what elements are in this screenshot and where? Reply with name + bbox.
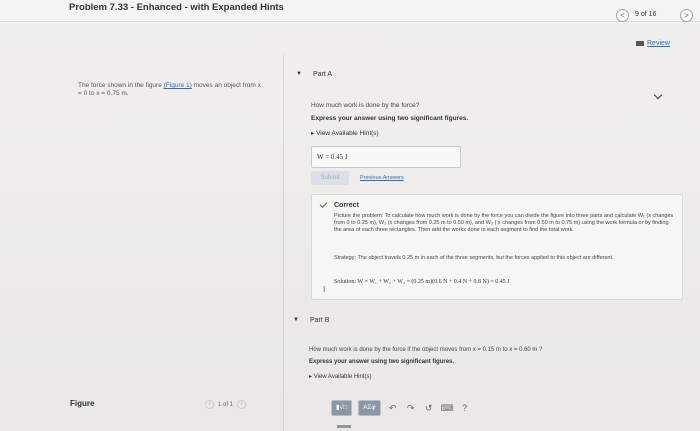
figure-next-button[interactable]: › <box>237 400 247 409</box>
text-cursor-icon: I <box>323 285 326 294</box>
figure-link[interactable]: (Figure 1) <box>164 82 192 89</box>
figure-pager: ‹ 1 of 1 › <box>205 400 247 409</box>
part-b-collapse-icon[interactable]: ▼ <box>293 317 299 323</box>
part-a-label[interactable]: Part A <box>313 71 332 78</box>
part-b-instruction: Express your answer using two significan… <box>309 359 455 365</box>
previous-problem-button[interactable]: < <box>616 9 629 22</box>
part-a-instruction: Express your answer using two significan… <box>311 115 469 122</box>
keyboard-icon[interactable]: ⌨ <box>441 403 454 414</box>
review-label: Review <box>647 40 670 47</box>
help-icon[interactable]: ? <box>459 403 471 413</box>
part-a-question: How much work is done by the force? <box>311 102 420 109</box>
figure-page-count: 1 of 1 <box>218 401 234 408</box>
check-icon <box>319 200 328 208</box>
panel-divider <box>283 55 284 431</box>
top-bar: Problem 7.33 - Enhanced - with Expanded … <box>0 0 700 22</box>
page: Problem 7.33 - Enhanced - with Expanded … <box>0 0 700 431</box>
feedback-panel: Correct Picture the problem: To calculat… <box>311 194 683 300</box>
figure-label: Figure <box>70 399 95 408</box>
part-a-submit-button[interactable]: Submit <box>311 171 349 185</box>
problem-statement: The force shown in the figure (Figure 1)… <box>78 82 263 98</box>
part-b-hints-link[interactable]: ▸ View Available Hint(s) <box>309 373 372 380</box>
feedback-strategy: Strategy: The object travels 0.25 m in e… <box>334 255 614 261</box>
problem-title: Problem 7.33 - Enhanced - with Expanded … <box>69 2 284 13</box>
undo-icon[interactable]: ↶ <box>387 403 399 414</box>
part-a-hints-label: View Available Hint(s) <box>316 130 379 137</box>
review-icon <box>636 40 644 46</box>
part-a-collapse-icon[interactable]: ▼ <box>296 71 302 77</box>
review-link[interactable]: Review <box>636 40 670 47</box>
answer-field-edge[interactable] <box>337 425 351 428</box>
feedback-explanation: Picture the problem: To calculate how mu… <box>334 213 674 233</box>
figure-prev-button[interactable]: ‹ <box>205 400 214 409</box>
previous-answers-link[interactable]: Previous Answers <box>360 175 404 181</box>
problem-counter: 9 of 16 <box>635 11 657 18</box>
chevron-down-icon[interactable] <box>653 90 663 100</box>
part-a-answer-value: W = 0.45 J <box>317 153 348 161</box>
symbols-button[interactable]: AΣφ <box>358 400 381 416</box>
feedback-title: Correct <box>334 202 359 209</box>
feedback-solution: Solution: W = W₁ + W₂ + W₃ = (0.25 m)(0.… <box>334 279 510 285</box>
part-a-hints-link[interactable]: ▸ View Available Hint(s) <box>311 129 379 137</box>
problem-text-start: The force shown in the figure <box>78 82 164 89</box>
part-a-answer-field[interactable]: W = 0.45 J <box>311 146 461 168</box>
problem-panel: The force shown in the figure (Figure 1)… <box>60 70 265 410</box>
part-b-hints-label: View Available Hint(s) <box>313 374 372 380</box>
next-problem-button[interactable]: > <box>680 9 693 22</box>
redo-icon[interactable]: ↷ <box>405 403 417 414</box>
reset-icon[interactable]: ↺ <box>423 403 435 414</box>
part-b-question: How much work is done by the force if th… <box>309 347 543 353</box>
template-button[interactable]: ▮√□ <box>331 400 353 416</box>
math-editor-toolbar: ▮√□ AΣφ ↶ ↷ ↺ ⌨ ? <box>331 398 501 418</box>
part-b-label[interactable]: Part B <box>310 317 329 324</box>
